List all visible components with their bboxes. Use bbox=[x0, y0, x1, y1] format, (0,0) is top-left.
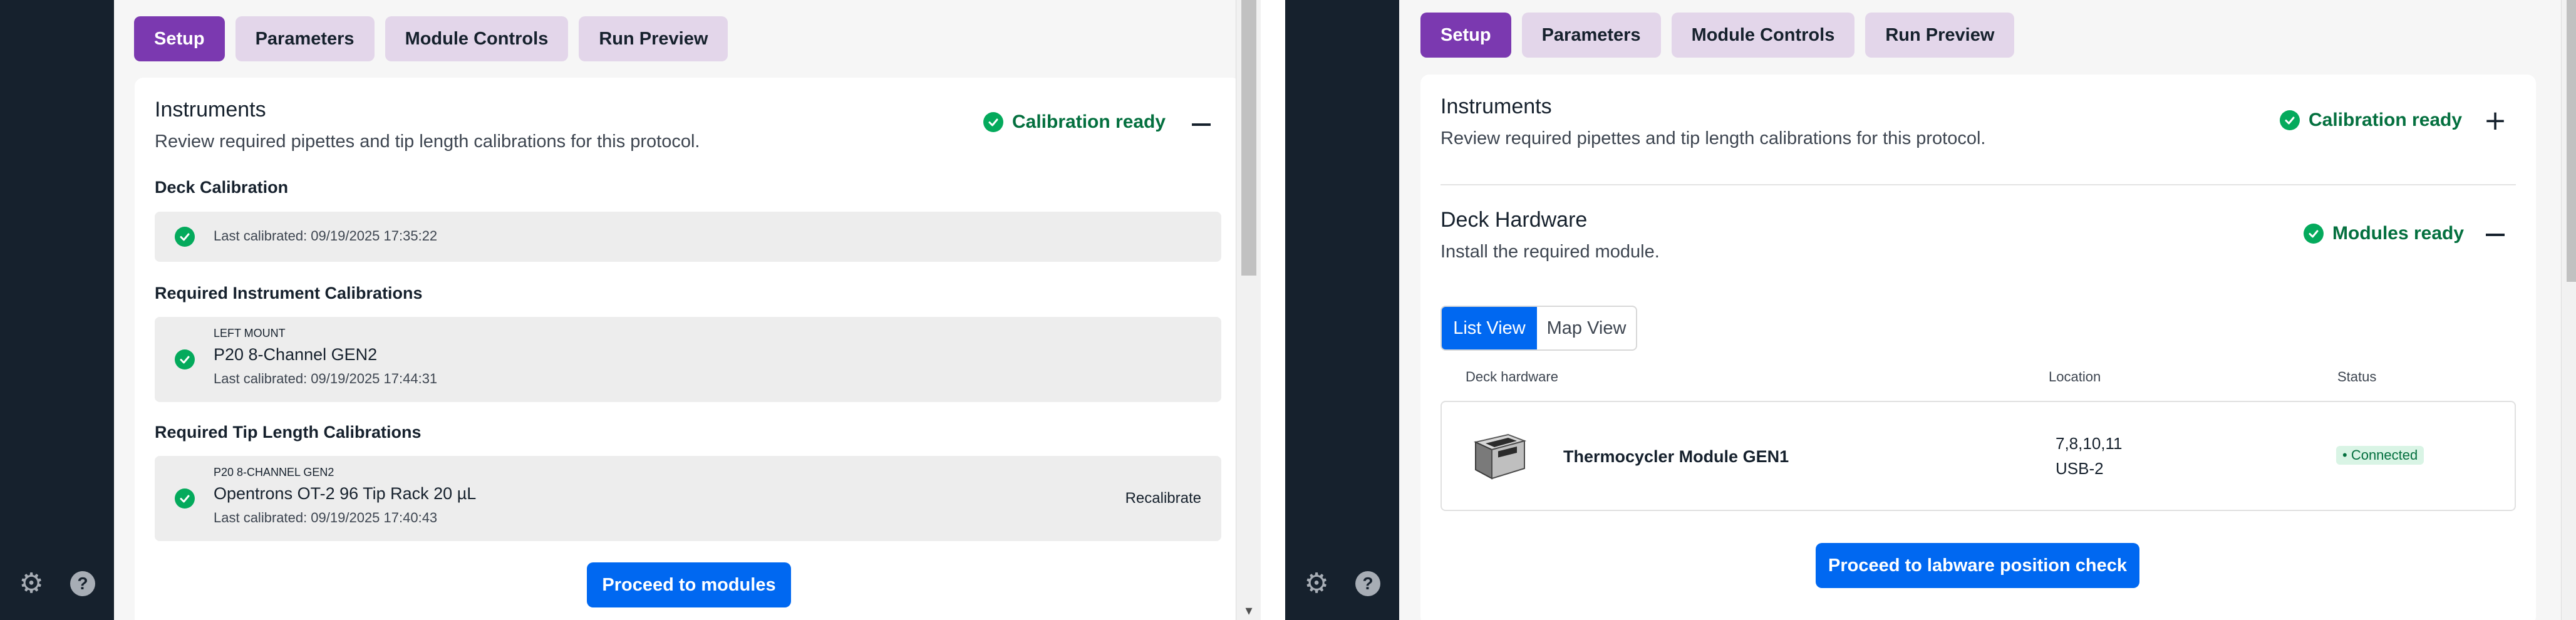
tab-setup[interactable]: Setup bbox=[1420, 13, 1511, 58]
deck-hardware-title: Deck Hardware bbox=[1441, 208, 1588, 232]
scroll-down-arrow-icon[interactable]: ▾ bbox=[1236, 603, 1261, 619]
tab-run-preview[interactable]: Run Preview bbox=[579, 16, 728, 61]
navigation-sidebar: ⚙ ? bbox=[1285, 0, 1399, 620]
status-badge: • Connected bbox=[2336, 446, 2424, 465]
deck-calibration-item: Last calibrated: 09/19/2025 17:35:22 bbox=[155, 212, 1221, 262]
tab-module-controls[interactable]: Module Controls bbox=[385, 16, 569, 61]
tab-module-controls[interactable]: Module Controls bbox=[1671, 13, 1855, 58]
calibration-status: Calibration ready bbox=[2280, 110, 2462, 131]
proceed-to-modules-button[interactable]: Proceed to modules bbox=[587, 562, 791, 607]
scrollbar-thumb[interactable] bbox=[1241, 0, 1256, 276]
pipette-mount-label: LEFT MOUNT bbox=[214, 327, 286, 339]
check-circle-icon bbox=[175, 488, 195, 509]
check-circle-icon bbox=[2280, 110, 2300, 130]
scrollbar-thumb[interactable] bbox=[2567, 0, 2576, 282]
tip-length-calibrations-heading: Required Tip Length Calibrations bbox=[155, 423, 422, 442]
list-view-button[interactable]: List View bbox=[1442, 307, 1537, 349]
help-icon[interactable]: ? bbox=[1353, 569, 1383, 599]
scrollbar[interactable]: ▾ bbox=[1236, 0, 1261, 620]
proceed-to-labware-position-check-button[interactable]: Proceed to labware position check bbox=[1816, 543, 2139, 588]
navigation-sidebar: ⚙ ? bbox=[0, 0, 114, 620]
tip-length-calibration-item: P20 8-CHANNEL GEN2 Opentrons OT-2 96 Tip… bbox=[155, 456, 1221, 541]
instrument-calibrations-heading: Required Instrument Calibrations bbox=[155, 284, 423, 302]
help-icon[interactable]: ? bbox=[68, 569, 98, 599]
expand-instruments-button[interactable]: + bbox=[2483, 105, 2508, 137]
recalibrate-link[interactable]: Recalibrate bbox=[1125, 490, 1201, 507]
gear-icon[interactable]: ⚙ bbox=[1301, 569, 1332, 599]
check-circle-icon bbox=[983, 112, 1003, 132]
view-toggle: List View Map View bbox=[1441, 306, 1637, 351]
pipette-calibration-date: Last calibrated: 09/19/2025 17:44:31 bbox=[214, 371, 438, 386]
deck-calibration-date: Last calibrated: 09/19/2025 17:35:22 bbox=[214, 228, 438, 244]
left-app-window: ⚙ ? Setup Parameters Module Controls Run… bbox=[0, 0, 1286, 620]
tip-rack-name: Opentrons OT-2 96 Tip Rack 20 µL bbox=[214, 484, 477, 503]
setup-card: Instruments Review required pipettes and… bbox=[135, 78, 1241, 620]
collapse-instruments-button[interactable] bbox=[1189, 112, 1214, 137]
deck-calibration-heading: Deck Calibration bbox=[155, 178, 289, 197]
tip-rack-pipette-label: P20 8-CHANNEL GEN2 bbox=[214, 466, 334, 478]
module-usb-port: USB-2 bbox=[2056, 459, 2104, 478]
tab-parameters[interactable]: Parameters bbox=[235, 16, 375, 61]
tip-rack-calibration-date: Last calibrated: 09/19/2025 17:40:43 bbox=[214, 510, 438, 525]
setup-card: Instruments Review required pipettes and… bbox=[1420, 75, 2536, 620]
protocol-tabs: Setup Parameters Module Controls Run Pre… bbox=[1420, 13, 2015, 58]
nav-bottom-icons: ⚙ ? bbox=[1285, 569, 1399, 599]
minus-icon bbox=[2486, 234, 2505, 236]
protocol-tabs: Setup Parameters Module Controls Run Pre… bbox=[134, 16, 728, 61]
column-header-status: Status bbox=[2337, 369, 2377, 385]
instruments-subtitle: Review required pipettes and tip length … bbox=[155, 132, 700, 152]
check-circle-icon bbox=[175, 227, 195, 247]
calibration-status: Calibration ready bbox=[983, 111, 1166, 133]
map-view-button[interactable]: Map View bbox=[1537, 307, 1636, 349]
nav-bottom-icons: ⚙ ? bbox=[0, 569, 114, 599]
tab-run-preview[interactable]: Run Preview bbox=[1865, 13, 2015, 58]
column-header-location: Location bbox=[2049, 369, 2101, 385]
modules-status: Modules ready bbox=[2304, 223, 2464, 244]
module-slots: 7,8,10,11 bbox=[2056, 434, 2123, 453]
right-app-window: ⚙ ? Setup Parameters Module Controls Run… bbox=[1285, 0, 2576, 620]
tab-parameters[interactable]: Parameters bbox=[1521, 13, 1661, 58]
instruments-title: Instruments bbox=[1441, 95, 1552, 118]
calibration-status-label: Calibration ready bbox=[1012, 111, 1166, 132]
module-name: Thermocycler Module GEN1 bbox=[1563, 447, 1789, 466]
module-location: 7,8,10,11 USB-2 bbox=[2056, 431, 2123, 481]
instruments-subtitle: Review required pipettes and tip length … bbox=[1441, 128, 1986, 148]
table-row: Thermocycler Module GEN1 7,8,10,11 USB-2… bbox=[1441, 401, 2516, 511]
deck-hardware-subtitle: Install the required module. bbox=[1441, 242, 1660, 262]
plus-icon: + bbox=[2483, 105, 2507, 137]
check-circle-icon bbox=[175, 349, 195, 369]
thermocycler-module-icon bbox=[1473, 433, 1527, 480]
check-circle-icon bbox=[2304, 224, 2324, 244]
column-header-hardware: Deck hardware bbox=[1466, 369, 1558, 385]
tab-setup[interactable]: Setup bbox=[134, 16, 225, 61]
collapse-deck-hardware-button[interactable] bbox=[2483, 222, 2508, 247]
instruments-title: Instruments bbox=[155, 98, 266, 121]
gear-icon[interactable]: ⚙ bbox=[16, 569, 46, 599]
pipette-name: P20 8-Channel GEN2 bbox=[214, 345, 378, 364]
pipette-calibration-item: LEFT MOUNT P20 8-Channel GEN2 Last calib… bbox=[155, 317, 1221, 402]
calibration-status-label: Calibration ready bbox=[2309, 110, 2463, 130]
minus-icon bbox=[1192, 123, 1211, 126]
scrollbar[interactable] bbox=[2561, 0, 2576, 620]
modules-status-label: Modules ready bbox=[2332, 223, 2465, 244]
protocol-setup-content: Setup Parameters Module Controls Run Pre… bbox=[1399, 0, 2576, 620]
protocol-setup-content: Setup Parameters Module Controls Run Pre… bbox=[114, 0, 1261, 620]
section-divider bbox=[1441, 184, 2516, 185]
